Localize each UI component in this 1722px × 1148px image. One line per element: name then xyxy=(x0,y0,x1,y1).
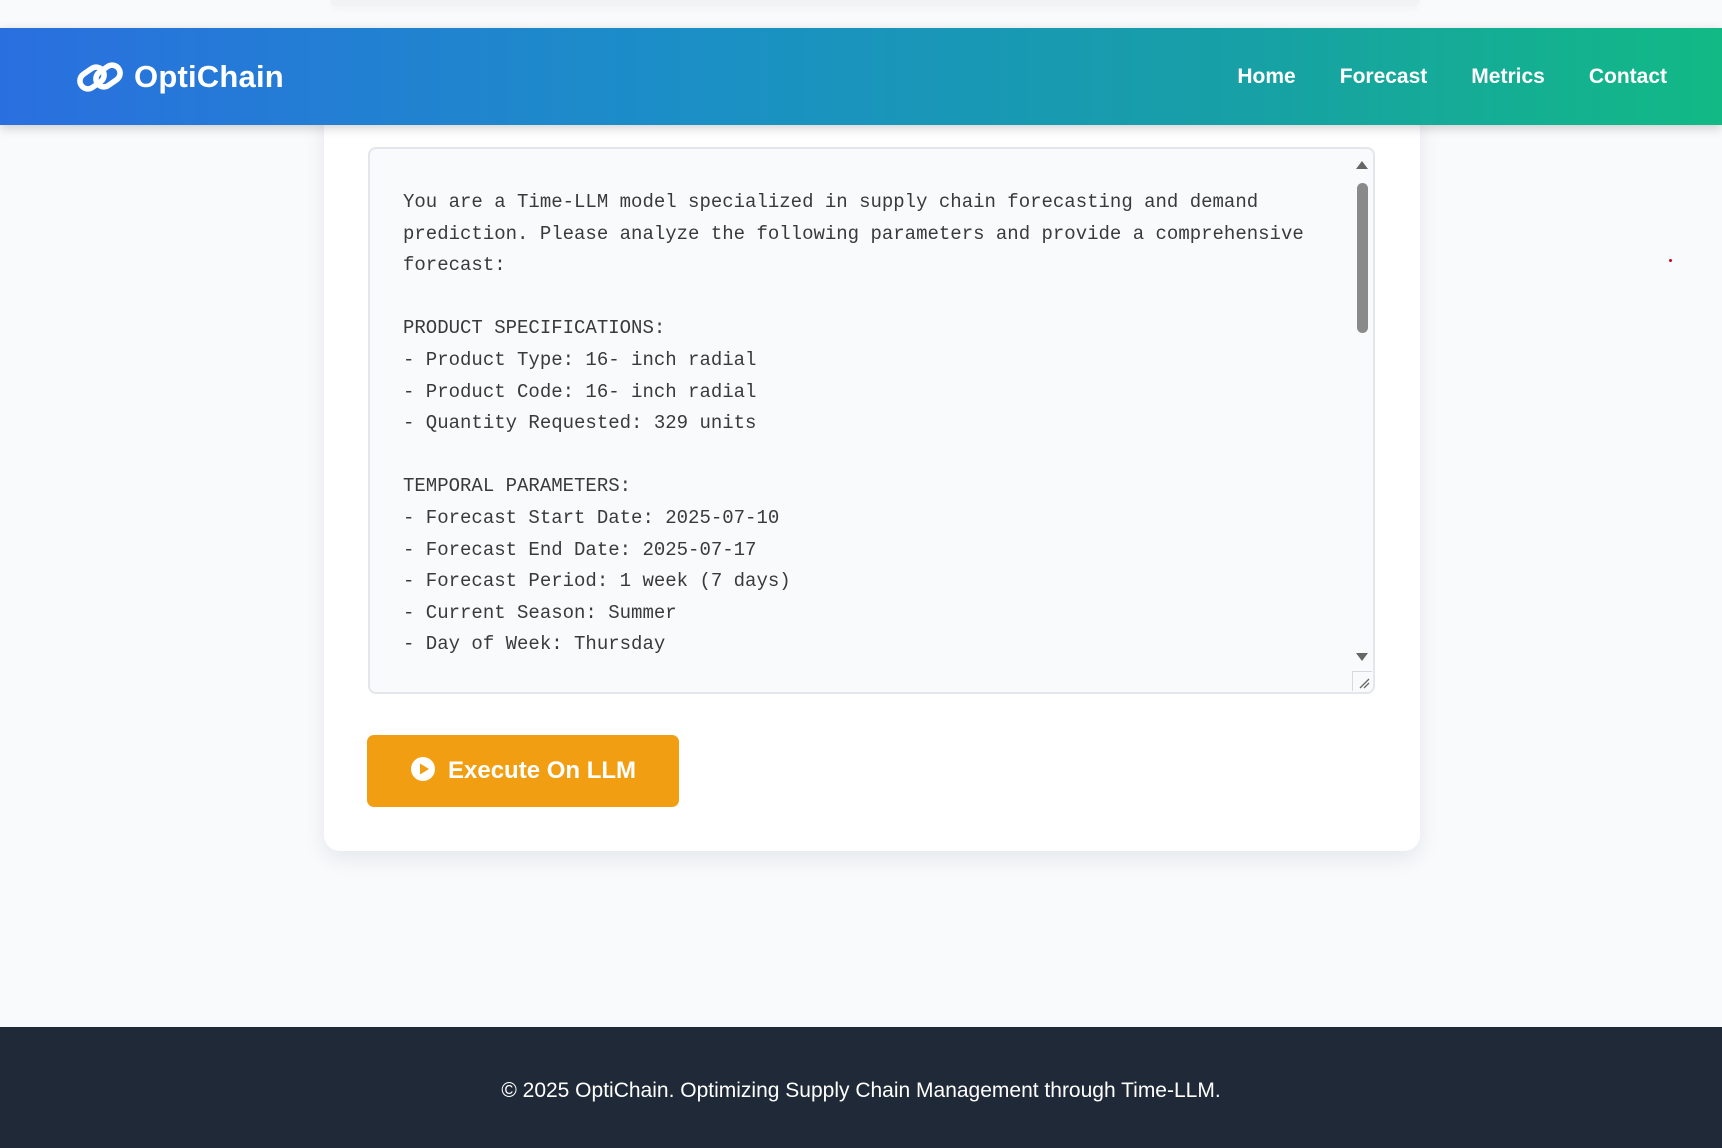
nav-link-contact[interactable]: Contact xyxy=(1589,65,1667,89)
footer: © 2025 OptiChain. Optimizing Supply Chai… xyxy=(0,1027,1722,1148)
nav-menu: Home Forecast Metrics Contact xyxy=(1237,28,1667,125)
previous-card-edge xyxy=(330,0,1420,6)
footer-copyright: © 2025 OptiChain. Optimizing Supply Chai… xyxy=(501,1078,1221,1102)
page: OptiChain Home Forecast Metrics Contact … xyxy=(0,0,1722,1148)
nav-link-home[interactable]: Home xyxy=(1237,65,1295,89)
execute-on-llm-button[interactable]: Execute On LLM xyxy=(367,735,679,807)
nav-link-forecast[interactable]: Forecast xyxy=(1340,65,1428,89)
play-circle-icon xyxy=(410,756,436,787)
stray-dot xyxy=(1669,259,1672,262)
prompt-text[interactable]: You are a Time-LLM model specialized in … xyxy=(403,187,1313,661)
execute-button-label: Execute On LLM xyxy=(447,757,637,784)
navbar: OptiChain Home Forecast Metrics Contact xyxy=(0,28,1722,125)
prompt-textarea[interactable]: You are a Time-LLM model specialized in … xyxy=(368,147,1375,694)
scroll-down-arrow-icon[interactable] xyxy=(1356,653,1368,661)
link-chain-icon xyxy=(76,57,124,97)
brand-name: OptiChain xyxy=(134,58,284,94)
brand-logo[interactable]: OptiChain xyxy=(76,28,284,125)
scroll-thumb[interactable] xyxy=(1357,183,1368,333)
scroll-up-arrow-icon[interactable] xyxy=(1356,161,1368,169)
resize-handle[interactable] xyxy=(1352,671,1372,691)
textarea-scrollbar[interactable] xyxy=(1353,157,1371,661)
nav-link-metrics[interactable]: Metrics xyxy=(1471,65,1545,89)
